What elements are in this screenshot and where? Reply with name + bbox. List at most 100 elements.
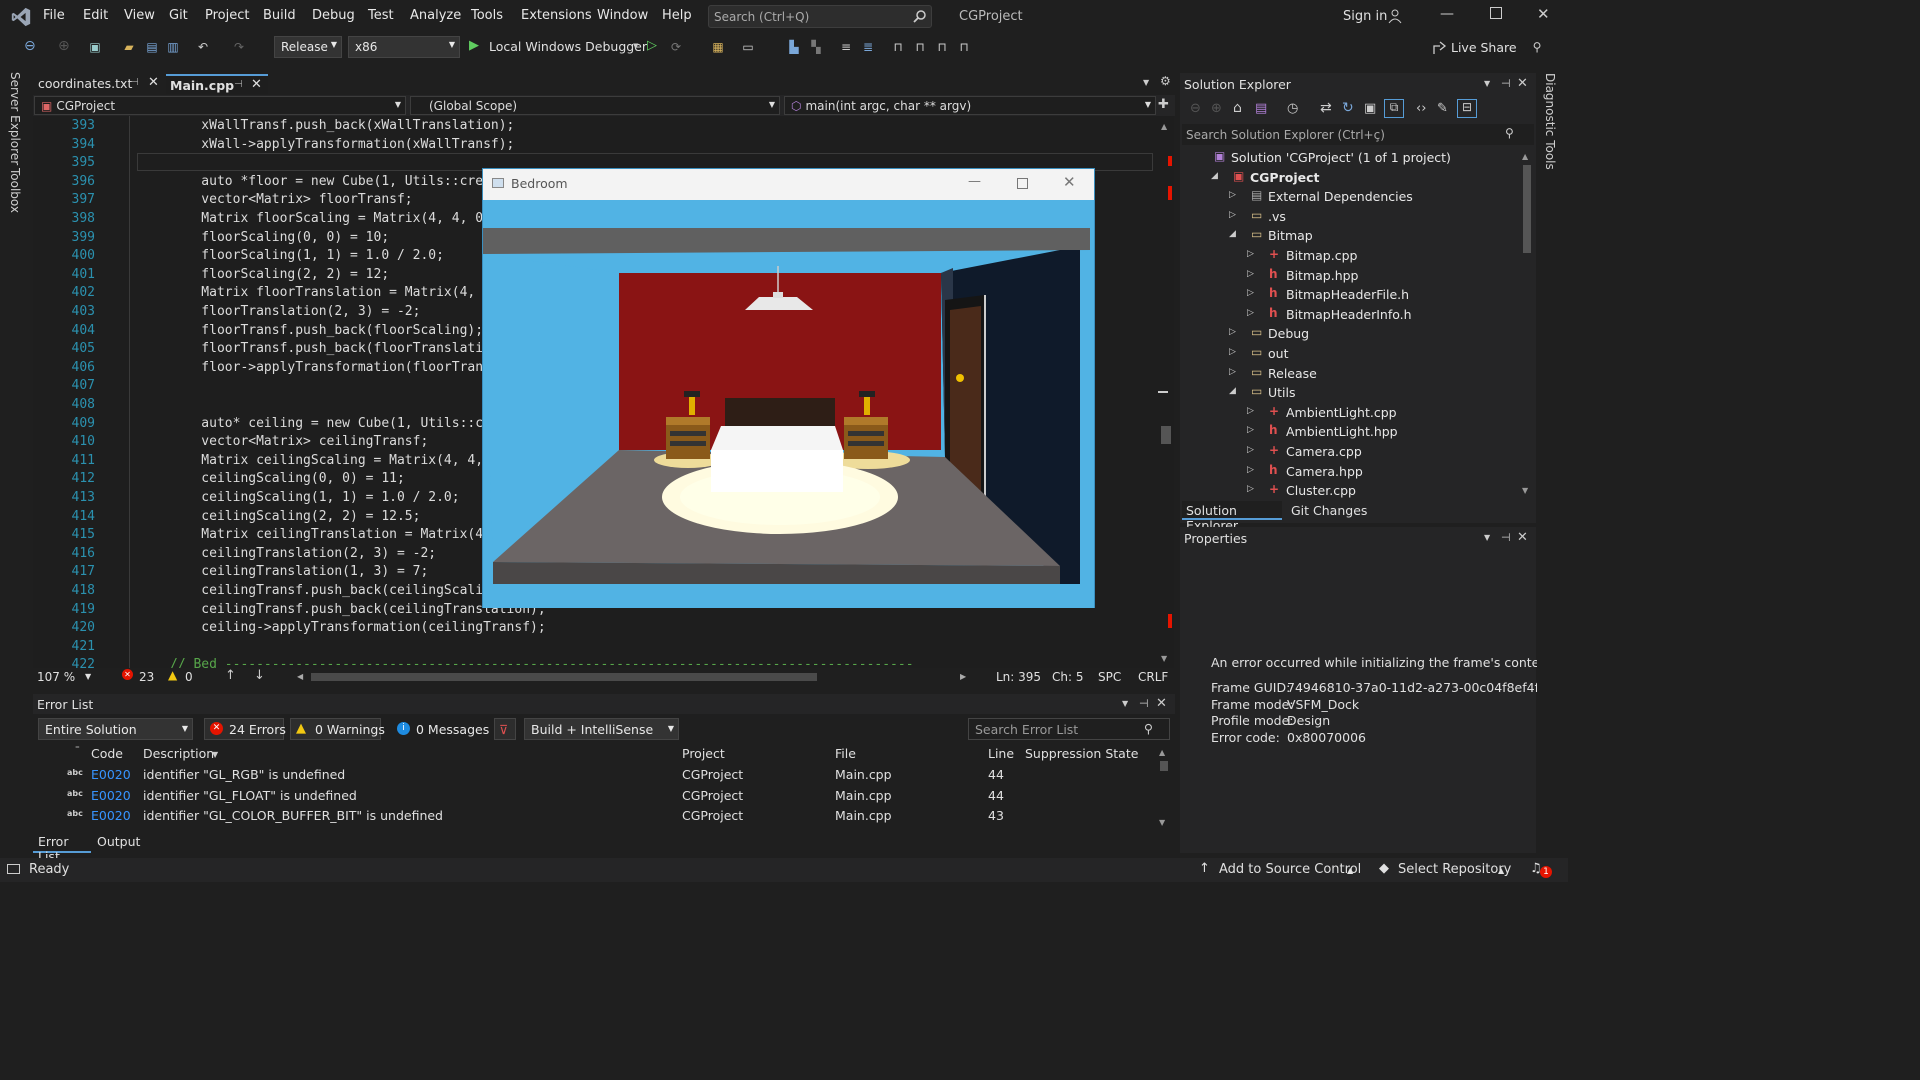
- errors-filter-button[interactable]: ✕ 24 Errors: [204, 718, 286, 740]
- error-line[interactable]: 44: [988, 767, 1004, 782]
- zoom-level[interactable]: 107 %: [37, 670, 75, 684]
- code-line[interactable]: floorScaling(0, 0) = 10;: [170, 229, 389, 248]
- pin-icon[interactable]: ⊣: [1501, 77, 1511, 90]
- view-code-icon[interactable]: ‹›: [1416, 101, 1426, 116]
- code-line[interactable]: ceilingTranslation(2, 3) = -2;: [170, 545, 436, 564]
- menu-item-view[interactable]: View: [124, 8, 155, 23]
- select-repository-button[interactable]: Select Repository: [1398, 862, 1511, 877]
- code-line[interactable]: floorScaling(2, 2) = 12;: [170, 266, 389, 285]
- collapsed-arrow-icon[interactable]: ▷: [1229, 327, 1236, 337]
- feedback-icon[interactable]: ⚲: [1530, 40, 1544, 54]
- menu-item-analyze[interactable]: Analyze: [410, 8, 461, 23]
- collapsed-arrow-icon[interactable]: ▷: [1247, 445, 1254, 455]
- preview-icon[interactable]: ⊟: [1457, 99, 1477, 118]
- collapsed-arrow-icon[interactable]: ▷: [1247, 425, 1254, 435]
- code-line[interactable]: ceilingScaling(0, 0) = 11;: [170, 470, 405, 489]
- error-count-icon[interactable]: ✕: [122, 669, 133, 680]
- expanded-arrow-icon[interactable]: ◢: [1211, 171, 1218, 181]
- tab-coordinates-txt[interactable]: coordinates.txt ⊣ ✕: [34, 74, 164, 94]
- menu-item-window[interactable]: Window: [597, 8, 648, 23]
- code-line[interactable]: xWallTransf.push_back(xWallTranslation);: [170, 117, 514, 136]
- open-folder-icon[interactable]: ▰: [122, 40, 136, 54]
- code-line[interactable]: // Bed ---------------------------------…: [170, 656, 914, 668]
- tab-overflow-icon[interactable]: ▼: [1143, 78, 1149, 87]
- code-line[interactable]: Matrix floorTranslation = Matrix(4, 4: [170, 284, 491, 303]
- code-line[interactable]: floorScaling(1, 1) = 1.0 / 2.0;: [170, 247, 444, 266]
- error-line[interactable]: 43: [988, 808, 1004, 823]
- local-windows-debugger-button[interactable]: Local Windows Debugger: [489, 39, 647, 54]
- pin-icon[interactable]: ⊣: [130, 77, 139, 88]
- pin-icon[interactable]: ⊣: [1501, 531, 1511, 544]
- step-icon[interactable]: ▙: [787, 40, 801, 54]
- tab-error-list[interactable]: Error List: [33, 833, 91, 864]
- menu-item-file[interactable]: File: [43, 8, 65, 23]
- save-icon[interactable]: ▤: [145, 40, 159, 54]
- error-file[interactable]: Main.cpp: [835, 808, 892, 823]
- toolbox-tab[interactable]: Toolbox: [8, 168, 22, 213]
- function-dropdown[interactable]: ⬡ main(int argc, char ** argv) ▼: [784, 96, 1156, 115]
- split-editor-icon[interactable]: ✚: [1158, 97, 1169, 112]
- error-code[interactable]: E0020: [91, 767, 131, 782]
- server-explorer-tab[interactable]: Server Explorer: [8, 72, 22, 165]
- tree-item[interactable]: ▷ + Camera.cpp: [1182, 442, 1520, 461]
- code-line[interactable]: ceilingTransf.push_back(ceilingScaling: [170, 582, 498, 601]
- code-line[interactable]: Matrix ceilingScaling = Matrix(4, 4, 0: [170, 452, 498, 471]
- error-project[interactable]: CGProject: [682, 788, 743, 803]
- search-solution-explorer-input[interactable]: Search Solution Explorer (Ctrl+ç) ⚲: [1182, 124, 1534, 145]
- collapsed-arrow-icon[interactable]: ▷: [1247, 406, 1254, 416]
- code-line[interactable]: vector<Matrix> floorTransf;: [170, 191, 412, 210]
- tab-git-changes[interactable]: Git Changes: [1291, 503, 1367, 518]
- scroll-left-icon[interactable]: ◀: [297, 672, 303, 681]
- line-indicator[interactable]: Ln: 395: [996, 670, 1041, 684]
- breakpoint-icon[interactable]: ▚: [809, 40, 823, 54]
- code-line[interactable]: auto* ceiling = new Cube(1, Utils::cre: [170, 415, 498, 434]
- add-to-source-control-button[interactable]: Add to Source Control: [1219, 862, 1361, 877]
- forward-icon[interactable]: ⊕: [1211, 101, 1222, 116]
- collapsed-arrow-icon[interactable]: ▷: [1229, 347, 1236, 357]
- tree-item[interactable]: ▷ h BitmapHeaderInfo.h: [1182, 305, 1520, 324]
- tab-output[interactable]: Output: [97, 834, 140, 849]
- code-line[interactable]: ceiling->applyTransformation(ceilingTran…: [170, 619, 545, 638]
- code-line[interactable]: Matrix floorScaling = Matrix(4, 4, 0);: [170, 210, 498, 229]
- column-header-project[interactable]: Project: [682, 746, 725, 761]
- person-icon[interactable]: [1388, 8, 1404, 24]
- next-issue-icon[interactable]: ↓: [254, 668, 265, 683]
- error-code[interactable]: E0020: [91, 788, 131, 803]
- chevron-down-icon[interactable]: ▼: [212, 750, 218, 759]
- column-header-file[interactable]: File: [835, 746, 856, 761]
- start-without-debugging-icon[interactable]: ▷: [647, 38, 657, 53]
- save-all-icon[interactable]: ▥: [166, 40, 180, 54]
- code-line[interactable]: floorTransf.push_back(floorScaling);: [170, 322, 483, 341]
- comment-icon[interactable]: ≡: [839, 40, 853, 54]
- menu-item-extensions[interactable]: Extensions: [521, 8, 592, 23]
- scroll-down-icon[interactable]: ▼: [1522, 486, 1528, 495]
- bookmark-icon[interactable]: ⊓: [891, 40, 905, 54]
- tree-item[interactable]: ▷ h BitmapHeaderFile.h: [1182, 285, 1520, 304]
- code-line[interactable]: floorTranslation(2, 3) = -2;: [170, 303, 420, 322]
- tab-main-cpp[interactable]: Main.cpp ⊣ ✕: [166, 74, 268, 94]
- error-project[interactable]: CGProject: [682, 808, 743, 823]
- expanded-arrow-icon[interactable]: ◢: [1229, 229, 1236, 239]
- minimize-button[interactable]: —: [968, 174, 981, 189]
- editor-vertical-scrollbar[interactable]: ▲ ▼: [1157, 116, 1174, 668]
- sign-in-link[interactable]: Sign in: [1343, 9, 1387, 24]
- pin-icon[interactable]: ⊣: [234, 79, 243, 90]
- menu-item-project[interactable]: Project: [205, 8, 249, 23]
- menu-item-help[interactable]: Help: [662, 8, 692, 23]
- sync-icon[interactable]: ⇄: [1320, 100, 1332, 116]
- column-header-description[interactable]: Description: [143, 746, 214, 761]
- code-line[interactable]: ceilingScaling(1, 1) = 1.0 / 2.0;: [170, 489, 459, 508]
- menu-item-build[interactable]: Build: [263, 8, 296, 23]
- close-tab-icon[interactable]: ✕: [148, 75, 159, 90]
- tree-item[interactable]: ▷ ▭ Debug: [1182, 324, 1520, 343]
- scroll-thumb[interactable]: [1160, 761, 1168, 771]
- scope-dropdown[interactable]: (Global Scope) ▼: [410, 96, 780, 115]
- scroll-right-icon[interactable]: ▶: [960, 672, 966, 681]
- pin-icon[interactable]: ⊣: [1139, 697, 1149, 710]
- scope-filter-dropdown[interactable]: Entire Solution ▼: [38, 718, 193, 740]
- pending-changes-icon[interactable]: ◷: [1287, 101, 1298, 116]
- tab-solution-explorer[interactable]: Solution Explorer: [1182, 501, 1282, 533]
- whitespace-indicator[interactable]: SPC: [1098, 670, 1121, 684]
- panel-menu-icon[interactable]: ▼: [1484, 533, 1490, 542]
- sort-icon[interactable]: ⁼: [75, 745, 80, 755]
